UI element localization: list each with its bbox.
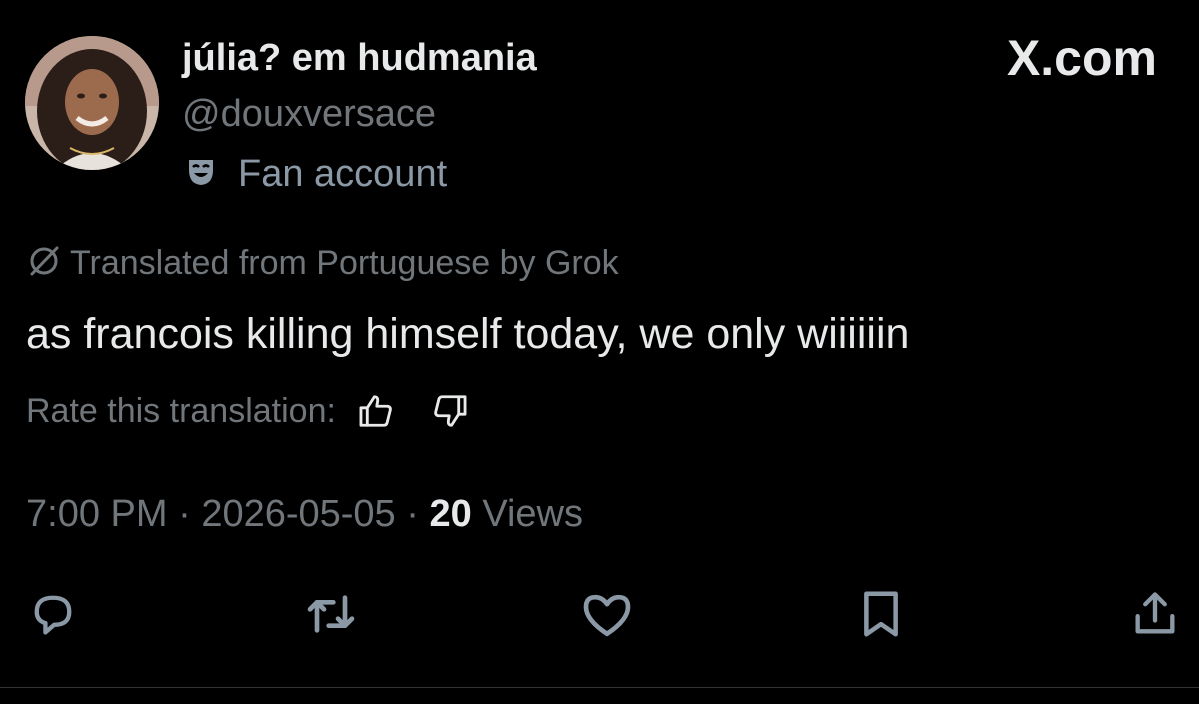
tweet-date[interactable]: 2026-05-05: [201, 493, 395, 535]
translation-notice-text: Translated from Portuguese by Grok: [70, 243, 619, 282]
author-handle[interactable]: @douxversace: [182, 92, 436, 136]
brand-label: X.com: [1006, 30, 1157, 86]
repost-icon: [307, 595, 355, 633]
fan-account-badge: Fan account: [186, 152, 447, 196]
views-count: 20: [429, 493, 472, 535]
like-button[interactable]: [579, 586, 635, 642]
tweet-time[interactable]: 7:00 PM: [26, 493, 168, 535]
meta-separator: ·: [167, 493, 202, 535]
bookmark-icon: [864, 591, 898, 637]
divider: [0, 687, 1199, 688]
meta-separator: ·: [395, 493, 430, 535]
fan-account-label: Fan account: [238, 152, 448, 195]
reply-button[interactable]: [25, 586, 81, 642]
author-display-name[interactable]: júlia? em hudmania: [182, 36, 537, 80]
share-button[interactable]: [1127, 586, 1183, 642]
repost-button[interactable]: [303, 586, 359, 642]
rate-translation: Rate this translation:: [26, 389, 502, 433]
bookmark-button[interactable]: [853, 586, 909, 642]
grok-icon: [26, 243, 62, 284]
thumbs-down-icon[interactable]: [428, 389, 472, 433]
thumbs-up-icon[interactable]: [354, 389, 398, 433]
avatar[interactable]: [25, 36, 159, 170]
share-icon: [1135, 592, 1175, 634]
theater-mask-icon: [186, 157, 216, 192]
avatar-image: [25, 36, 159, 170]
tweet-meta: 7:00 PM · 2026-05-05 · 20 Views: [26, 492, 583, 536]
tweet-text: as francois killing himself today, we on…: [26, 310, 910, 358]
like-icon: [583, 594, 631, 637]
views-label: Views: [471, 493, 584, 535]
translation-notice: Translated from Portuguese by Grok: [26, 243, 619, 283]
reply-icon: [34, 595, 72, 635]
rate-translation-label: Rate this translation:: [26, 391, 336, 430]
